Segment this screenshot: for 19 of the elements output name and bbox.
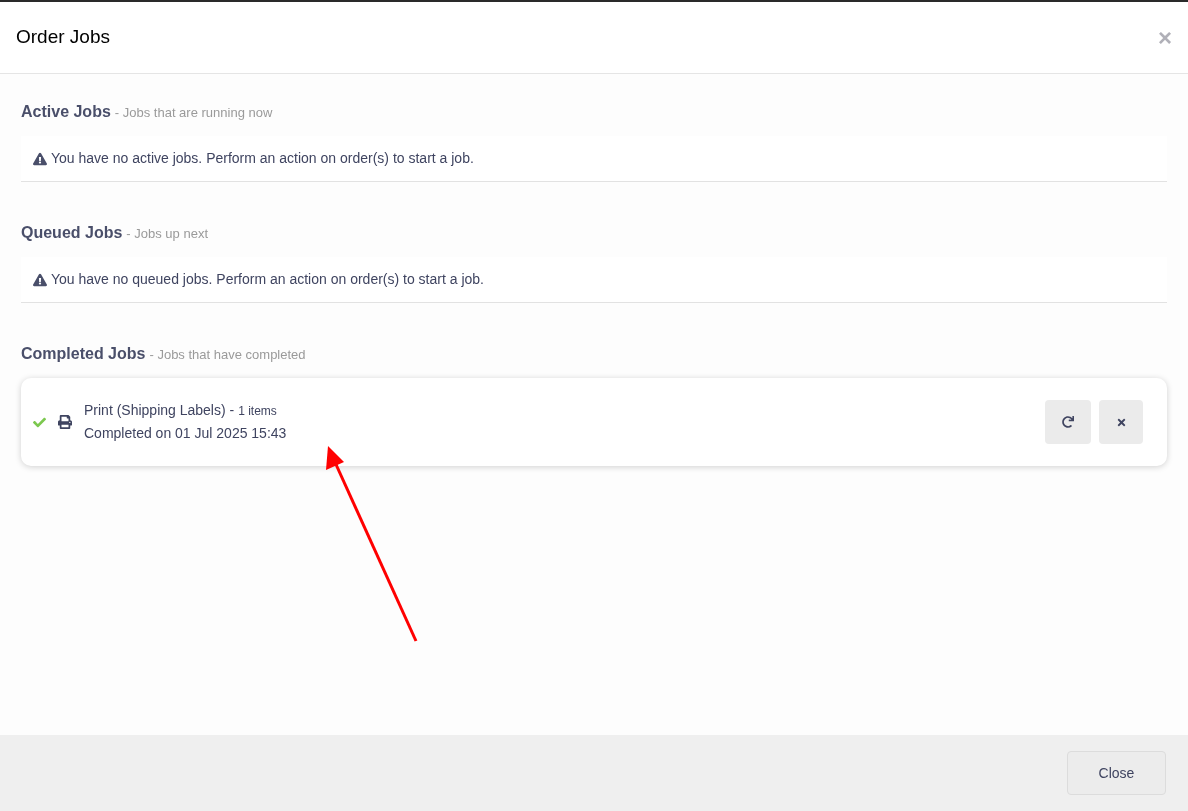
warning-icon bbox=[33, 151, 47, 166]
retry-button[interactable] bbox=[1045, 400, 1091, 444]
refresh-icon bbox=[1062, 416, 1074, 428]
warning-icon bbox=[33, 272, 47, 287]
job-detail: Completed on 01 Jul 2025 15:43 bbox=[84, 424, 287, 443]
printer-icon bbox=[58, 415, 72, 429]
section-title: Queued Jobs bbox=[21, 223, 123, 243]
section-title: Active Jobs bbox=[21, 102, 111, 122]
section-subtitle: - Jobs up next bbox=[126, 225, 208, 243]
section-subtitle: - Jobs that are running now bbox=[114, 104, 273, 122]
close-dialog-button[interactable]: Close bbox=[1067, 751, 1166, 795]
notice-text: You have no queued jobs. Perform an action on order(s) to start a job. bbox=[51, 270, 484, 289]
job-name: Print (Shipping Labels) - bbox=[84, 401, 235, 420]
item-count: 1 items bbox=[238, 403, 277, 420]
section-subtitle: - Jobs that have completed bbox=[149, 346, 306, 364]
notice-text: You have no active jobs. Perform an action on order(s) to start a job. bbox=[51, 149, 474, 168]
close-icon bbox=[1115, 416, 1127, 428]
section-title: Completed Jobs bbox=[21, 344, 146, 364]
dialog-title: Order Jobs bbox=[16, 25, 110, 50]
